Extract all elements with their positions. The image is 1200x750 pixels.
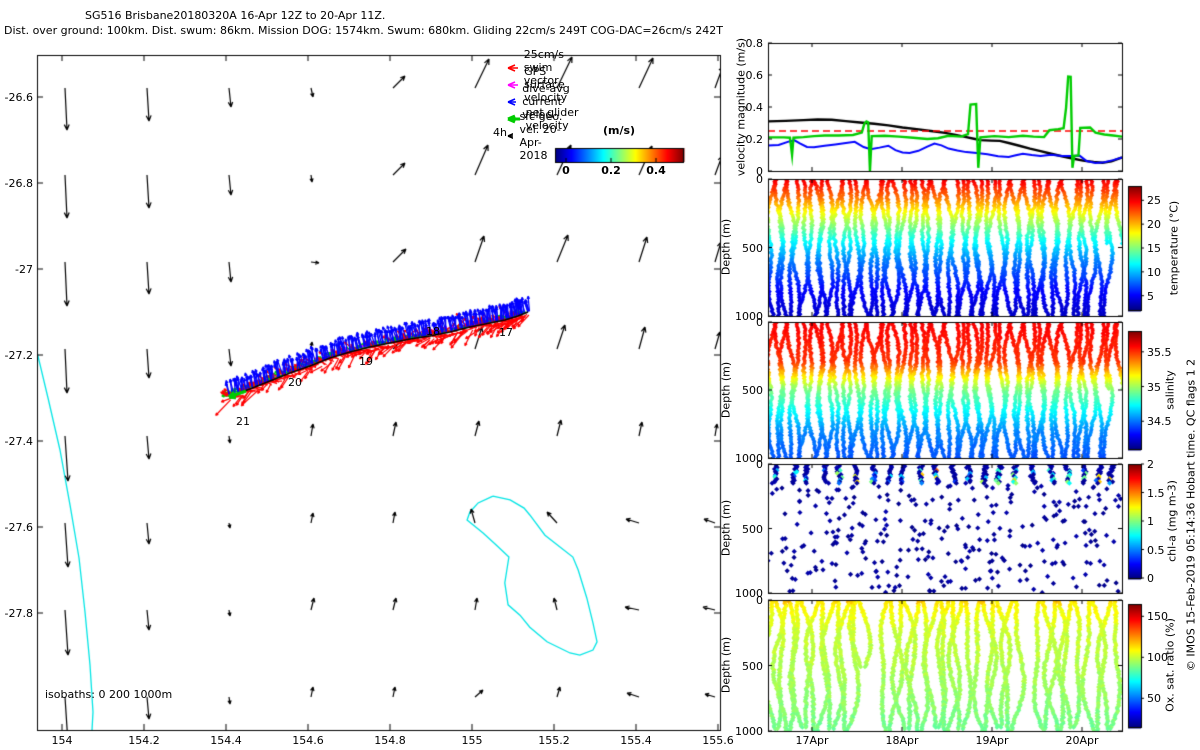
legend-colorbar-tick-label: 0.2: [601, 164, 621, 177]
depth-axis-label-chla: Depth (m): [719, 499, 733, 557]
colorbar-tick-label: 50: [1147, 692, 1161, 706]
dive-number-label: 20: [288, 376, 302, 389]
map-y-tick-label: -27.8: [4, 607, 33, 620]
date-tick-label: 18Apr: [885, 734, 919, 747]
colorbar-tick-label: 15: [1147, 242, 1161, 255]
colorbar-tick-label: 34.5: [1147, 415, 1172, 429]
depth-axis-label-oxygen: Depth (m): [719, 636, 733, 694]
colorbar-tick-label: 1: [1147, 515, 1154, 528]
map-y-tick-label: -27: [15, 263, 33, 276]
map-y-tick-label: -27.2: [4, 349, 33, 362]
legend-arrow-icon: [507, 63, 518, 72]
depth-tick-label: 0: [756, 458, 763, 471]
isobaths-note: isobaths: 0 200 1000m: [45, 688, 173, 701]
velocity-y-tick-label: 0.4: [745, 101, 764, 114]
figure: SG516 Brisbane20180320A 16-Apr 12Z to 20…: [0, 0, 1200, 750]
date-tick-label: 19Apr: [975, 734, 1009, 747]
map-x-tick-label: 154.2: [128, 734, 160, 747]
depth-tick-label: 0: [756, 173, 763, 186]
colorbar-tick-label: 20: [1147, 218, 1161, 232]
dive-number-label: 18: [426, 325, 440, 338]
copyright-note: © IMOS 15-Feb-2019 05:14:36 Hobart time.…: [1184, 358, 1198, 672]
velocity-y-tick-label: 0.8: [745, 37, 764, 50]
map-x-tick-label: 154.4: [210, 734, 242, 747]
depth-axis-label-temperature: Depth (m): [719, 218, 733, 276]
map-y-tick-label: -26.6: [4, 91, 33, 104]
colorbar-tick-label: 25: [1147, 194, 1161, 208]
oxygen-colorbar-label: Ox. sat. ratio (%): [1163, 618, 1177, 712]
legend-arrow-icon: [507, 97, 517, 106]
legend-item-label: sfc geo. vel. 20-Apr-2018: [519, 109, 563, 162]
figure-canvas: [0, 0, 1200, 750]
legend-colorbar-tick-label: 0: [562, 164, 570, 177]
map-x-tick-label: 154: [51, 734, 73, 747]
colorbar-tick-label: 150: [1147, 610, 1168, 624]
colorbar-tick-label: 5: [1147, 289, 1154, 303]
depth-tick-label: 500: [742, 659, 763, 673]
legend-arrow-icon: [507, 114, 520, 123]
map-x-tick-label: 155.6: [702, 734, 734, 747]
dive-number-label: 21: [236, 415, 250, 428]
map-y-tick-label: -27.6: [4, 521, 33, 534]
map-x-tick-label: 155: [461, 734, 483, 747]
colorbar-tick-label: 100: [1147, 651, 1168, 665]
figure-title: SG516 Brisbane20180320A 16-Apr 12Z to 20…: [85, 9, 386, 22]
legend-item: sfc geo. vel. 20-Apr-2018: [504, 110, 566, 162]
dive-number-label: 17: [498, 325, 513, 339]
dive-number-label: 19: [359, 355, 373, 369]
salinity-colorbar-label: salinity: [1163, 370, 1177, 410]
chla-colorbar-label: chl-a (mg m-3): [1165, 480, 1179, 562]
map-y-tick-label: -26.8: [4, 177, 33, 190]
map-x-tick-label: 154.8: [374, 734, 406, 747]
colorbar-tick-label: 10: [1147, 265, 1161, 279]
depth-tick-label: 0: [756, 316, 763, 329]
map-y-tick-label: -27.4: [4, 435, 33, 448]
map-x-tick-label: 154.6: [292, 734, 324, 747]
legend-arrow-icon: [507, 80, 519, 89]
colorbar-tick-label: 0.5: [1147, 543, 1165, 557]
legend-arrow-icon: [507, 132, 514, 139]
depth-tick-label: 500: [742, 522, 763, 536]
depth-tick-label: 0: [756, 594, 763, 607]
figure-subtitle: Dist. over ground: 100km. Dist. swum: 86…: [4, 24, 723, 37]
date-tick-label: 20Apr: [1065, 734, 1099, 747]
map-x-tick-label: 155.2: [538, 734, 570, 747]
colorbar-tick-label: 35.5: [1147, 345, 1172, 359]
depth-tick-label: 1000: [735, 725, 763, 738]
colorbar-tick-label: 35: [1147, 380, 1161, 394]
map-x-tick-label: 155.4: [620, 734, 652, 747]
velocity-y-tick-label: 0.6: [745, 69, 764, 82]
colorbar-tick-label: 1.5: [1147, 486, 1165, 500]
date-tick-label: 17Apr: [795, 734, 829, 747]
colorbar-tick-label: 2: [1147, 458, 1154, 471]
temperature-colorbar-label: temperature (°C): [1167, 200, 1181, 296]
depth-tick-label: 500: [742, 241, 763, 255]
legend-colorbar-title: (m/s): [602, 124, 636, 137]
depth-tick-label: 500: [742, 384, 763, 397]
depth-axis-label-salinity: Depth (m): [719, 361, 733, 419]
velocity-y-tick-label: 0.2: [745, 133, 764, 146]
colorbar-tick-label: 0: [1147, 572, 1154, 585]
legend-colorbar-tick-label: 0.4: [646, 164, 666, 177]
